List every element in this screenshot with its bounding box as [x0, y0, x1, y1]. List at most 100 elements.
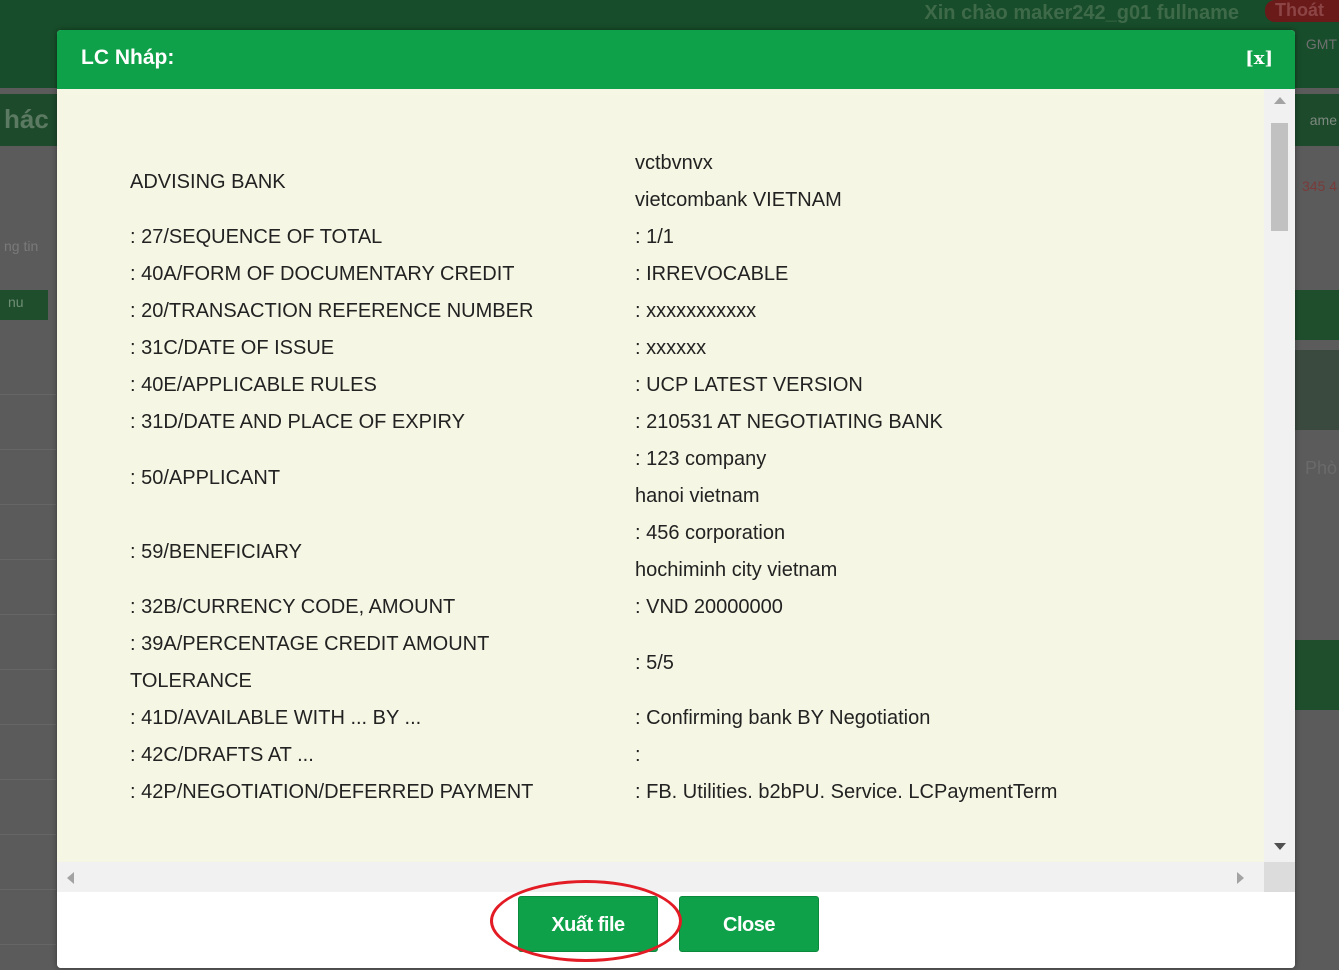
lc-value-line: : xxxxxx [635, 337, 707, 359]
lc-label-line: : 41D/AVAILABLE WITH ... BY ... [130, 707, 422, 729]
lc-row: : 50/APPLICANT : 123 company hanoi vietnam [130, 441, 1155, 515]
lc-value-line: : xxxxxxxxxxx [635, 300, 757, 322]
lc-label-line: : 40E/APPLICABLE RULES [130, 374, 377, 396]
lc-row: : 42C/DRAFTS AT ...: [130, 737, 1155, 774]
lc-row-value: : 456 corporation hochiminh city vietnam [635, 515, 1155, 589]
lc-row: : 42P/NEGOTIATION/DEFERRED PAYMENT : FB. … [130, 774, 1155, 811]
lc-value-line: : 5/5 [635, 651, 674, 674]
lc-label-line: : 50/APPLICANT [130, 466, 281, 489]
lc-label-line: : 59/BENEFICIARY [130, 540, 302, 563]
lc-value-line: vctbvnvx [635, 152, 713, 174]
background-logout-button: Thoát [1265, 0, 1339, 22]
lc-value-line: hanoi vietnam [635, 485, 760, 507]
lc-row: : 31C/DATE OF ISSUE : xxxxxx [130, 330, 1155, 367]
lc-row: : 40E/APPLICABLE RULES : UCP LATEST VERSI… [130, 367, 1155, 404]
lc-value-line: vietcombank VIETNAM [635, 189, 842, 211]
lc-value-line: : 210531 AT NEGOTIATING BANK [635, 411, 943, 433]
lc-row-value: : xxxxxx [635, 330, 1155, 367]
lc-row-value: : xxxxxxxxxxx [635, 293, 1155, 330]
lc-row: : 40A/FORM OF DOCUMENTARY CREDIT : IRREVO… [130, 256, 1155, 293]
lc-row-label: : 31D/DATE AND PLACE OF EXPIRY [130, 404, 635, 441]
lc-row-value: : [635, 737, 1155, 774]
lc-row-value: : VND 20000000 [635, 589, 1155, 626]
lc-draft-dialog: LC Nháp: [x] ADVISING BANK vctbvnvx vietco… [57, 30, 1295, 968]
scrollbar-corner [1264, 862, 1295, 892]
scroll-up-arrow-icon[interactable] [1274, 97, 1286, 104]
lc-label-line: : 42C/DRAFTS AT ... [130, 744, 314, 766]
scroll-left-arrow-icon[interactable] [67, 872, 74, 884]
lc-row-value: : 1/1 [635, 219, 1155, 256]
scroll-thumb[interactable] [1271, 123, 1288, 231]
lc-row-label: : 42C/DRAFTS AT ... [130, 737, 635, 774]
dialog-body[interactable]: ADVISING BANK vctbvnvx vietcombank VIETNAM… [57, 89, 1295, 892]
lc-row-label: ADVISING BANK [130, 145, 635, 219]
background-gray-text: ng tin [4, 238, 39, 254]
lc-row-value: : UCP LATEST VERSION [635, 367, 1155, 404]
lc-content: ADVISING BANK vctbvnvx vietcombank VIETNAM… [130, 145, 1230, 811]
lc-row-label: : 59/BENEFICIARY [130, 515, 635, 589]
background-menu-button: nu [0, 290, 48, 320]
lc-row-label: : 41D/AVAILABLE WITH ... BY ... [130, 700, 635, 737]
export-file-button[interactable]: Xuất file [518, 896, 658, 952]
lc-row-value: : Confirming bank BY Negotiation [635, 700, 1155, 737]
lc-value-line: : VND 20000000 [635, 596, 783, 618]
lc-row: : 32B/CURRENCY CODE, AMOUNT : VND 2000000… [130, 589, 1155, 626]
lc-row-value: : 5/5 [635, 626, 1155, 700]
lc-row: ADVISING BANK vctbvnvx vietcombank VIETNAM [130, 145, 1155, 219]
background-red-text: 345 4 [1301, 178, 1337, 194]
lc-row: : 20/TRANSACTION REFERENCE NUMBER : xxxxx… [130, 293, 1155, 330]
background-right-panel [1294, 290, 1339, 340]
lc-label-line: : 31C/DATE OF ISSUE [130, 337, 335, 359]
lc-row-value: : 123 company hanoi vietnam [635, 441, 1155, 515]
background-right-panel [1294, 640, 1339, 710]
lc-row-label: : 40E/APPLICABLE RULES [130, 367, 635, 404]
lc-row-label: : 32B/CURRENCY CODE, AMOUNT [130, 589, 635, 626]
scroll-right-arrow-icon[interactable] [1237, 872, 1244, 884]
lc-row-label: : 20/TRANSACTION REFERENCE NUMBER [130, 293, 635, 330]
lc-value-line: : 456 corporation [635, 522, 786, 544]
lc-label-line: : 40A/FORM OF DOCUMENTARY CREDIT [130, 263, 515, 285]
dialog-header: LC Nháp: [x] [57, 30, 1295, 89]
background-greeting: Xin chào maker242_g01 fullname [924, 2, 1239, 24]
lc-label-line: : 42P/NEGOTIATION/DEFERRED PAYMENT [130, 781, 534, 803]
lc-row-value: : IRREVOCABLE [635, 256, 1155, 293]
lc-row-value: : FB. Utilities. b2bPU. Service. LCPayme… [635, 774, 1155, 811]
lc-row: : 39A/PERCENTAGE CREDIT AMOUNT TOLERANCE:… [130, 626, 1155, 700]
lc-label-line: : 31D/DATE AND PLACE OF EXPIRY [130, 411, 465, 433]
lc-fields-table: ADVISING BANK vctbvnvx vietcombank VIETNAM… [130, 145, 1155, 811]
lc-value-line: : FB. Utilities. b2bPU. Service. LCPayme… [635, 781, 1058, 803]
background-left-rows [0, 340, 56, 945]
vertical-scrollbar[interactable] [1264, 89, 1295, 862]
lc-value-line: : Confirming bank BY Negotiation [635, 707, 931, 729]
close-button[interactable]: Close [679, 896, 819, 952]
background-right-text: Phò [1304, 458, 1337, 478]
lc-row-label: : 31C/DATE OF ISSUE [130, 330, 635, 367]
lc-row: : 27/SEQUENCE OF TOTAL: 1/1 [130, 219, 1155, 256]
lc-label-line: : 39A/PERCENTAGE CREDIT AMOUNT [130, 633, 490, 655]
background-left-label: hác [4, 104, 49, 134]
background-right-panel [1294, 350, 1339, 430]
lc-row: : 41D/AVAILABLE WITH ... BY ... : Confirm… [130, 700, 1155, 737]
lc-row: : 59/BENEFICIARY : 456 corporation hochimi… [130, 515, 1155, 589]
lc-row-value: vctbvnvx vietcombank VIETNAM [635, 145, 1155, 219]
dialog-close-link[interactable]: [x] [1245, 48, 1273, 69]
lc-row-label: : 50/APPLICANT [130, 441, 635, 515]
lc-row-label: : 39A/PERCENTAGE CREDIT AMOUNT TOLERANCE [130, 626, 635, 700]
dialog-title: LC Nháp: [81, 46, 175, 69]
lc-row-label: : 42P/NEGOTIATION/DEFERRED PAYMENT [130, 774, 635, 811]
lc-row-label: : 40A/FORM OF DOCUMENTARY CREDIT [130, 256, 635, 293]
lc-row-label: : 27/SEQUENCE OF TOTAL [130, 219, 635, 256]
lc-value-line: hochiminh city vietnam [635, 559, 838, 581]
lc-value-line: : [635, 744, 641, 766]
lc-value-line: : 1/1 [635, 226, 674, 248]
scroll-down-arrow-icon[interactable] [1274, 843, 1286, 850]
lc-value-line: : UCP LATEST VERSION [635, 374, 863, 396]
lc-label-line: : 32B/CURRENCY CODE, AMOUNT [130, 596, 456, 618]
lc-row-value: : 210531 AT NEGOTIATING BANK [635, 404, 1155, 441]
horizontal-scrollbar[interactable] [57, 862, 1264, 892]
lc-value-line: : IRREVOCABLE [635, 263, 789, 285]
dialog-footer: Xuất file Close [57, 880, 1295, 968]
lc-value-line: : 123 company [635, 448, 767, 470]
background-gmt-label: GMT [1305, 36, 1337, 52]
lc-label-line: : 20/TRANSACTION REFERENCE NUMBER [130, 300, 534, 322]
